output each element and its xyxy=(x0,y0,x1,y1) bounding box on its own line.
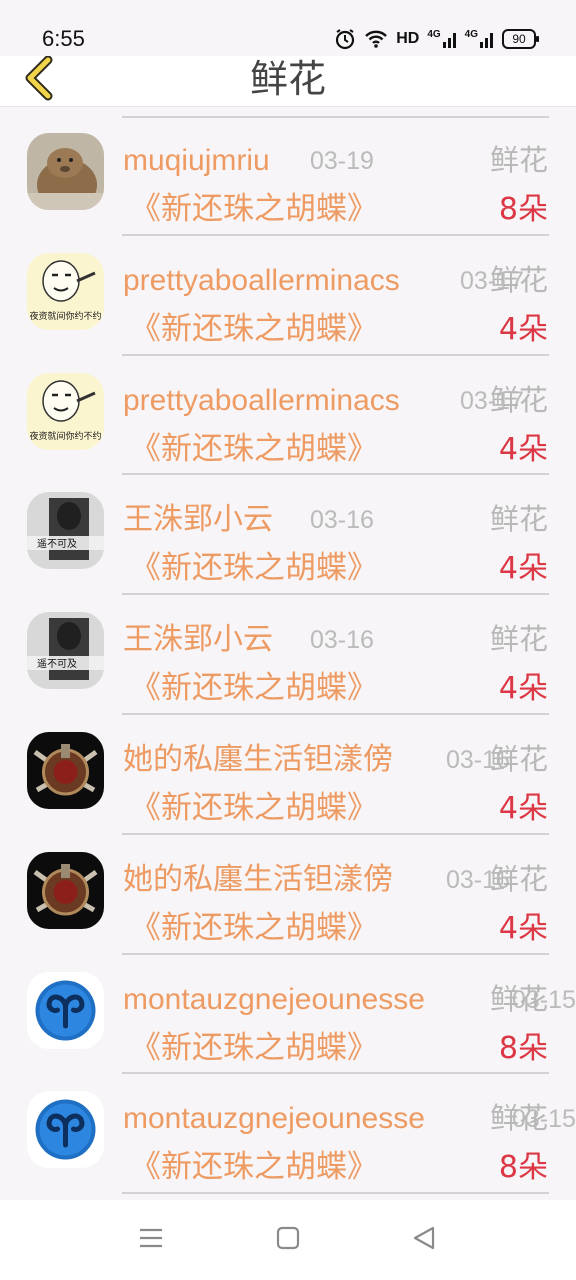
alarm-icon xyxy=(334,28,356,50)
show-title: 《新还珠之胡蝶》 xyxy=(130,909,378,946)
gift-type: 鲜花 xyxy=(489,382,548,417)
svg-text:遥不可及: 遥不可及 xyxy=(37,537,77,550)
username[interactable]: 她的私廛生活钽漾傍 xyxy=(123,742,393,778)
system-nav-bar xyxy=(0,1200,576,1280)
aries-avatar-icon[interactable] xyxy=(27,1091,104,1169)
date: 03-16 xyxy=(310,626,374,655)
username[interactable]: 她的私廛生活钽漾傍 xyxy=(123,862,393,898)
list-item[interactable]: montauzgnejeounesse 03-15 鲜花 《新还珠之胡蝶》 8朵 xyxy=(0,1074,576,1195)
divider xyxy=(122,1192,549,1195)
gift-count: 8朵 xyxy=(498,1150,548,1186)
gift-count: 4朵 xyxy=(498,671,548,707)
list-item[interactable]: 遥不可及 王洙郢小云 03-16 鲜花 《新还珠之胡蝶》 4朵 xyxy=(0,595,576,715)
home-button[interactable] xyxy=(274,1226,302,1254)
meme-face-avatar-icon[interactable]: 夜资就间你约不约 xyxy=(27,252,104,330)
status-bar: 6:55 HD 4G 4G 90 xyxy=(0,0,576,56)
show-title: 《新还珠之胡蝶》 xyxy=(130,550,378,587)
bw-photo-avatar-icon[interactable]: 遥不可及 xyxy=(27,612,104,690)
show-title: 《新还珠之胡蝶》 xyxy=(130,789,378,826)
list-item[interactable]: montauzgnejeounesse 03-15 鲜花 《新还珠之胡蝶》 8朵 xyxy=(0,955,576,1075)
username[interactable]: muqiujmriu xyxy=(123,143,270,179)
wifi-icon xyxy=(364,29,388,49)
show-title: 《新还珠之胡蝶》 xyxy=(130,1029,378,1066)
date: 03-19 xyxy=(310,147,374,175)
bw-photo-avatar-icon[interactable]: 遥不可及 xyxy=(27,492,104,570)
date: 03-16 xyxy=(310,506,374,535)
list-item[interactable]: 夜资就间你约不约 prettyaboallerminacs 03-17 鲜花 《… xyxy=(0,236,576,356)
page-title: 鲜花 xyxy=(249,57,326,101)
show-title: 《新还珠之胡蝶》 xyxy=(130,670,378,707)
gift-count: 4朵 xyxy=(498,790,548,826)
username[interactable]: montauzgnejeounesse xyxy=(123,982,425,1018)
gift-type: 鲜花 xyxy=(489,502,548,537)
warcraft-crest-avatar-icon[interactable] xyxy=(27,851,104,929)
hamster-avatar-icon[interactable] xyxy=(27,133,104,210)
battery-icon: 90 xyxy=(502,29,539,49)
username[interactable]: 王洙郢小云 xyxy=(123,502,273,538)
menu-icon xyxy=(138,1226,164,1254)
warcraft-crest-avatar-icon[interactable] xyxy=(27,731,104,809)
back-nav-button[interactable] xyxy=(410,1226,438,1254)
signal-icon-2: 4G xyxy=(465,30,494,48)
square-icon xyxy=(275,1225,301,1255)
gift-count: 4朵 xyxy=(498,910,548,946)
list-item[interactable]: muqiujmriu 03-19 鲜花 《新还珠之胡蝶》 8朵 xyxy=(0,116,576,236)
show-title: 《新还珠之胡蝶》 xyxy=(130,1149,378,1186)
username[interactable]: prettyaboallerminacs xyxy=(123,263,400,299)
svg-text:夜资就间你约不约: 夜资就间你约不约 xyxy=(29,430,101,442)
gift-type: 鲜花 xyxy=(489,1101,548,1136)
list-item[interactable]: 她的私廛生活钽漾傍 03-16 鲜花 《新还珠之胡蝶》 4朵 xyxy=(0,835,576,955)
app-header: 鲜花 xyxy=(0,55,576,107)
meme-face-avatar-icon[interactable]: 夜资就间你约不约 xyxy=(27,372,104,450)
gift-type: 鲜花 xyxy=(489,143,548,177)
gift-type: 鲜花 xyxy=(489,622,548,657)
list-item[interactable]: 夜资就间你约不约 prettyaboallerminacs 03-17 鲜花 《… xyxy=(0,356,576,476)
triangle-back-icon xyxy=(411,1225,437,1255)
gift-count: 8朵 xyxy=(498,1030,548,1066)
svg-text:夜资就间你约不约: 夜资就间你约不约 xyxy=(29,310,101,322)
status-icons: HD 4G 4G 90 xyxy=(334,26,539,52)
username[interactable]: prettyaboallerminacs xyxy=(123,383,400,419)
gift-count: 4朵 xyxy=(498,311,548,347)
list-item[interactable]: 她的私廛生活钽漾傍 03-16 鲜花 《新还珠之胡蝶》 4朵 xyxy=(0,715,576,835)
hd-indicator: HD xyxy=(396,30,420,47)
menu-button[interactable] xyxy=(137,1226,165,1254)
gift-record-list: muqiujmriu 03-19 鲜花 《新还珠之胡蝶》 8朵 夜资就间你约不约… xyxy=(0,116,576,1195)
gift-type: 鲜花 xyxy=(489,741,548,776)
show-title: 《新还珠之胡蝶》 xyxy=(130,191,378,227)
gift-type: 鲜花 xyxy=(489,861,548,896)
status-time: 6:55 xyxy=(42,26,85,51)
gift-count: 4朵 xyxy=(498,431,548,467)
show-title: 《新还珠之胡蝶》 xyxy=(130,310,378,347)
gift-type: 鲜花 xyxy=(489,262,548,297)
show-title: 《新还珠之胡蝶》 xyxy=(130,430,378,467)
aries-avatar-icon[interactable] xyxy=(27,971,104,1049)
gift-type: 鲜花 xyxy=(489,981,548,1016)
username[interactable]: montauzgnejeounesse xyxy=(123,1101,425,1137)
signal-icon-1: 4G xyxy=(427,30,456,48)
username[interactable]: 王洙郢小云 xyxy=(123,622,273,658)
list-item[interactable]: 遥不可及 王洙郢小云 03-16 鲜花 《新还珠之胡蝶》 4朵 xyxy=(0,475,576,596)
gift-count: 8朵 xyxy=(498,192,548,227)
gift-count: 4朵 xyxy=(498,551,548,587)
svg-text:遥不可及: 遥不可及 xyxy=(37,657,77,670)
